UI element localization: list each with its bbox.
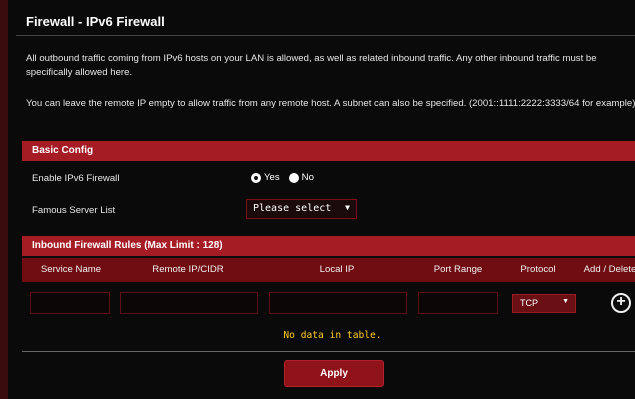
service-name-input[interactable] bbox=[30, 292, 110, 314]
local-ip-input[interactable] bbox=[269, 292, 407, 314]
protocol-select-value: TCP bbox=[520, 298, 538, 308]
basic-config-header: Basic Config bbox=[22, 141, 635, 161]
radio-yes-label[interactable]: Yes bbox=[264, 172, 280, 183]
famous-server-select[interactable]: Please select ▼ bbox=[246, 199, 357, 219]
page-title: Firewall - IPv6 Firewall bbox=[26, 14, 165, 29]
col-add-delete: Add / Delete bbox=[583, 264, 635, 275]
apply-button[interactable]: Apply bbox=[284, 360, 384, 387]
radio-no[interactable] bbox=[288, 172, 299, 183]
divider bbox=[22, 351, 635, 352]
inbound-rules-header: Inbound Firewall Rules (Max Limit : 128) bbox=[22, 236, 635, 256]
chevron-down-icon: ▼ bbox=[562, 298, 569, 305]
radio-no-label[interactable]: No bbox=[302, 172, 314, 183]
col-service-name: Service Name bbox=[40, 264, 102, 275]
col-local-ip: Local IP bbox=[319, 264, 355, 275]
radio-yes[interactable] bbox=[251, 172, 261, 183]
famous-server-select-value: Please select bbox=[253, 203, 332, 214]
col-port-range: Port Range bbox=[433, 264, 483, 275]
title-bar: Firewall - IPv6 Firewall bbox=[16, 8, 635, 36]
protocol-select[interactable]: TCP ▼ bbox=[512, 294, 576, 313]
rules-table-header: Service Name Remote IP/CIDR Local IP Por… bbox=[22, 258, 635, 282]
col-protocol: Protocol bbox=[520, 264, 556, 275]
col-remote-ip: Remote IP/CIDR bbox=[152, 264, 224, 275]
new-rule-row: TCP ▼ + bbox=[22, 286, 635, 322]
enable-firewall-radio-group: Yes No bbox=[251, 172, 320, 183]
chevron-down-icon: ▼ bbox=[345, 203, 350, 212]
firewall-page: Firewall - IPv6 Firewall All outbound tr… bbox=[0, 0, 635, 399]
famous-server-list-label: Famous Server List bbox=[32, 205, 116, 216]
description-outbound: All outbound traffic coming from IPv6 ho… bbox=[26, 53, 597, 78]
plus-icon: + bbox=[616, 293, 626, 310]
empty-table-message: No data in table. bbox=[283, 330, 382, 341]
description-remote-ip: You can leave the remote IP empty to all… bbox=[26, 98, 635, 109]
add-rule-button[interactable]: + bbox=[611, 293, 631, 313]
enable-ipv6-firewall-label: Enable IPv6 Firewall bbox=[32, 173, 120, 184]
remote-ip-input[interactable] bbox=[120, 292, 258, 314]
port-range-input[interactable] bbox=[418, 292, 498, 314]
